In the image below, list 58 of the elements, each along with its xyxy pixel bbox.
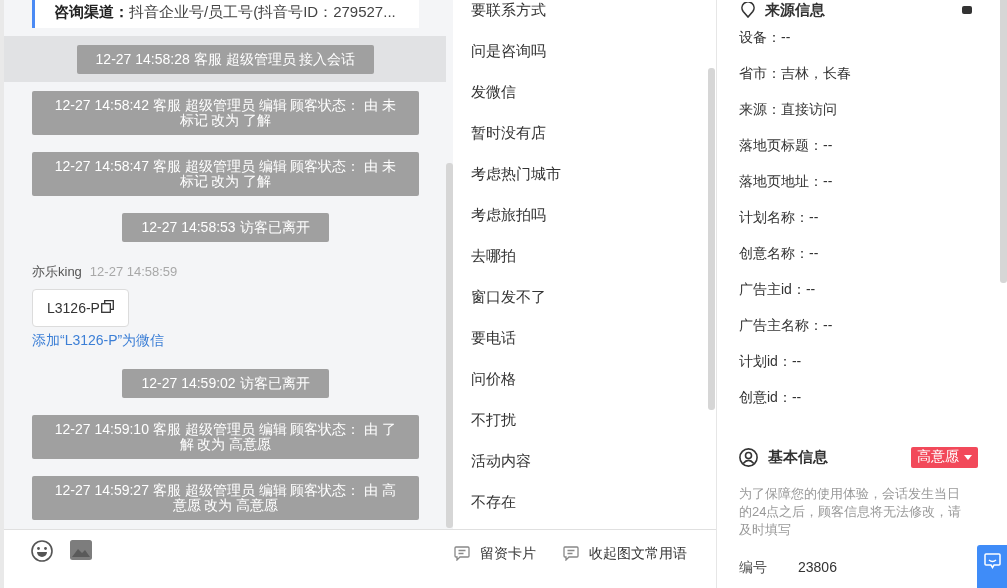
channel-info-text: 咨询渠道：抖音企业号/员工号(抖音号ID：279527... bbox=[54, 3, 396, 20]
info-line: 广告主名称：-- bbox=[739, 316, 833, 335]
section-title: 来源信息 bbox=[765, 0, 825, 20]
system-message: 12-27 14:59:10 客服 超级管理员 编辑 顾客状态： 由 了解 改为 高意愿 bbox=[32, 415, 419, 459]
quick-reply-item[interactable]: 暂时没有店 bbox=[471, 123, 546, 143]
system-message: 12-27 14:58:53 访客已离开 bbox=[122, 213, 329, 242]
quick-reply-item[interactable]: 考虑旅拍吗 bbox=[471, 205, 546, 225]
quick-reply-item[interactable]: 要联系方式 bbox=[471, 0, 546, 20]
system-message: 12-27 14:58:28 客服 超级管理员 接入会话 bbox=[76, 45, 375, 74]
quick-reply-item[interactable]: 问是咨询吗 bbox=[471, 41, 546, 61]
toolbar-action-button[interactable]: 留资卡片 bbox=[454, 543, 536, 563]
quick-reply-item[interactable]: 不打扰 bbox=[471, 410, 516, 430]
image-icon[interactable] bbox=[70, 540, 92, 560]
info-line: 计划id：-- bbox=[739, 352, 802, 371]
info-line: 落地页标题：-- bbox=[739, 136, 833, 155]
info-line: 设备：-- bbox=[739, 28, 791, 47]
quick-reply-item[interactable]: 发微信 bbox=[471, 82, 516, 102]
field-label: 编号 bbox=[739, 558, 768, 577]
message-time: 12-27 14:58:59 bbox=[89, 263, 178, 281]
scrollbar-thumb[interactable] bbox=[1000, 0, 1007, 283]
info-line: 广告主id：-- bbox=[739, 280, 816, 299]
quick-reply-item[interactable]: 不存在 bbox=[471, 492, 516, 512]
comment-icon bbox=[454, 545, 470, 561]
info-line: 落地页地址：-- bbox=[739, 172, 833, 191]
info-line: 来源：直接访问 bbox=[739, 100, 837, 119]
info-line: 创意id：-- bbox=[739, 388, 802, 407]
system-message: 12-27 14:59:02 访客已离开 bbox=[122, 369, 329, 398]
section-title: 基本信息 bbox=[768, 447, 828, 467]
status-dropdown[interactable]: 高意愿 bbox=[911, 446, 978, 468]
comment-icon bbox=[563, 545, 579, 561]
field-value: 23806 bbox=[798, 558, 837, 577]
smiley-icon[interactable] bbox=[31, 540, 53, 562]
info-line: 创意名称：-- bbox=[739, 244, 819, 263]
quick-reply-item[interactable]: 窗口发不了 bbox=[471, 287, 546, 307]
system-message: 12-27 14:58:47 客服 超级管理员 编辑 顾客状态： 由 未标记 改为 了解 bbox=[32, 152, 419, 196]
scrollbar-thumb[interactable] bbox=[446, 163, 453, 528]
caret-icon bbox=[964, 454, 972, 460]
location-pin-icon bbox=[741, 2, 755, 18]
scrollbar-thumb[interactable] bbox=[708, 68, 715, 410]
square-icon[interactable] bbox=[962, 6, 972, 14]
info-line: 省市：吉林，长春 bbox=[739, 64, 851, 83]
quick-reply-item[interactable]: 问价格 bbox=[471, 369, 516, 389]
toolbar-action-button[interactable]: 收起图文常用语 bbox=[563, 543, 687, 563]
system-message: 12-27 14:58:42 客服 超级管理员 编辑 顾客状态： 由 未标记 改为 了解 bbox=[32, 91, 419, 135]
notice-text: 为了保障您的使用体验，会话发生当日的24点之后，顾客信息将无法修改，请及时填写 bbox=[739, 485, 963, 539]
chat-float-button[interactable] bbox=[977, 545, 1007, 588]
copy-icon[interactable] bbox=[100, 300, 114, 313]
system-message: 12-27 14:59:27 客服 超级管理员 编辑 顾客状态： 由 高意愿 改为 高意愿 bbox=[32, 476, 419, 520]
message-text: L3126-P bbox=[47, 300, 100, 316]
quick-reply-item[interactable]: 去哪拍 bbox=[471, 246, 516, 266]
sender-name: 亦乐king bbox=[32, 263, 82, 281]
quick-reply-item[interactable]: 要电话 bbox=[471, 328, 516, 348]
quick-reply-item[interactable]: 活动内容 bbox=[471, 451, 531, 471]
user-circle-icon bbox=[739, 447, 758, 467]
add-wechat-link[interactable]: 添加“L3126-P”为微信 bbox=[32, 331, 165, 349]
info-line: 计划名称：-- bbox=[739, 208, 819, 227]
message-icon bbox=[983, 553, 1001, 569]
quick-reply-item[interactable]: 考虑热门城市 bbox=[471, 164, 561, 184]
